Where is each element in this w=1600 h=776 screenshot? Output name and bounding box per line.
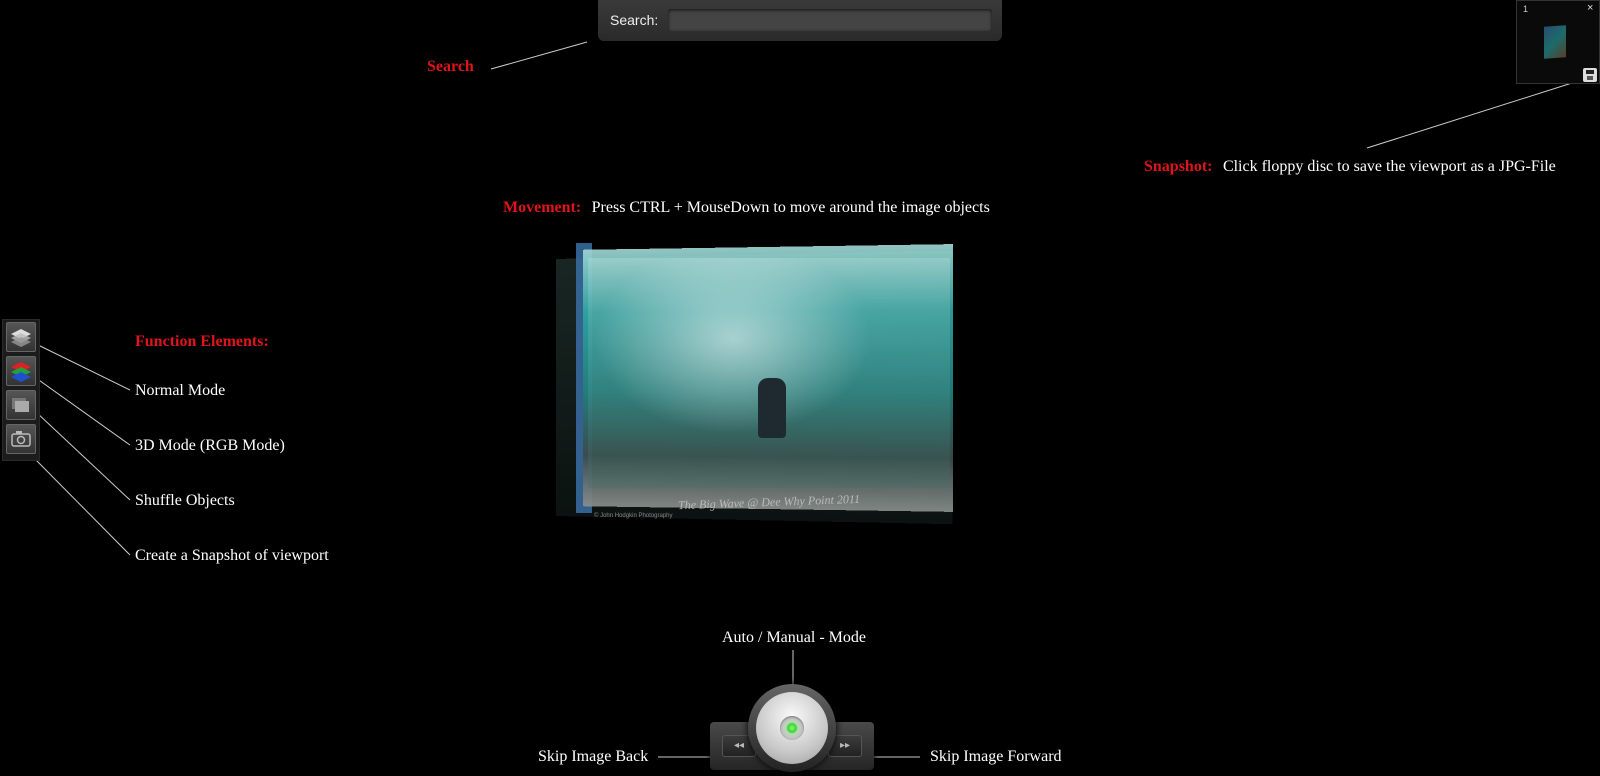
shuffle-objects-button[interactable] [6,390,36,420]
snapshot-thumbnail-panel[interactable]: 1 × [1516,0,1600,84]
search-input[interactable] [668,9,992,31]
shuffle-objects-label: Shuffle Objects [135,492,235,509]
function-elements-title: Function Elements: [135,333,269,350]
normal-mode-button[interactable] [6,322,36,352]
close-icon[interactable]: × [1587,2,1593,14]
create-snapshot-button[interactable] [6,424,36,454]
movement-annotation: Movement: Press CTRL + MouseDown to move… [503,199,990,217]
image-stack-viewport[interactable]: The Big Wave @ Dee Why Point 2011 © John… [548,243,968,533]
3d-mode-label: 3D Mode (RGB Mode) [135,437,285,454]
search-annotation: Search [427,58,474,75]
surfer-figure [758,378,786,438]
3d-mode-button[interactable] [6,356,36,386]
auto-manual-mode-button[interactable] [748,684,836,772]
photo-credit: © John Hodgkin Photography [594,513,673,519]
normal-mode-label: Normal Mode [135,382,226,399]
floppy-disk-icon[interactable] [1583,68,1597,82]
auto-manual-label: Auto / Manual - Mode [722,629,866,646]
mode-knob [756,692,828,764]
skip-forward-label: Skip Image Forward [930,748,1062,765]
snapshot-annotation-title: Snapshot: [1144,158,1213,175]
function-toolbar [2,319,40,461]
snapshot-thumbnail[interactable] [1544,25,1566,59]
snapshot-annotation: Snapshot: Click floppy disc to save the … [1144,158,1556,176]
movement-annotation-title: Movement: [503,199,582,216]
movement-annotation-text: Press CTRL + MouseDown to move around th… [591,199,990,216]
image-layer-front [588,258,950,488]
status-led-icon [787,723,797,733]
snapshot-count: 1 [1523,4,1529,14]
snapshot-annotation-text: Click floppy disc to save the viewport a… [1222,158,1556,175]
search-bar: Search: [598,0,1002,41]
shuffle-stack-icon [12,398,29,412]
search-label: Search: [610,12,659,28]
rgb-layers-icon [11,362,31,382]
camera-icon [11,431,31,447]
create-snapshot-label: Create a Snapshot of viewport [135,547,329,564]
skip-back-label: Skip Image Back [538,748,649,765]
layers-icon [11,329,31,347]
knob-center [780,716,804,740]
